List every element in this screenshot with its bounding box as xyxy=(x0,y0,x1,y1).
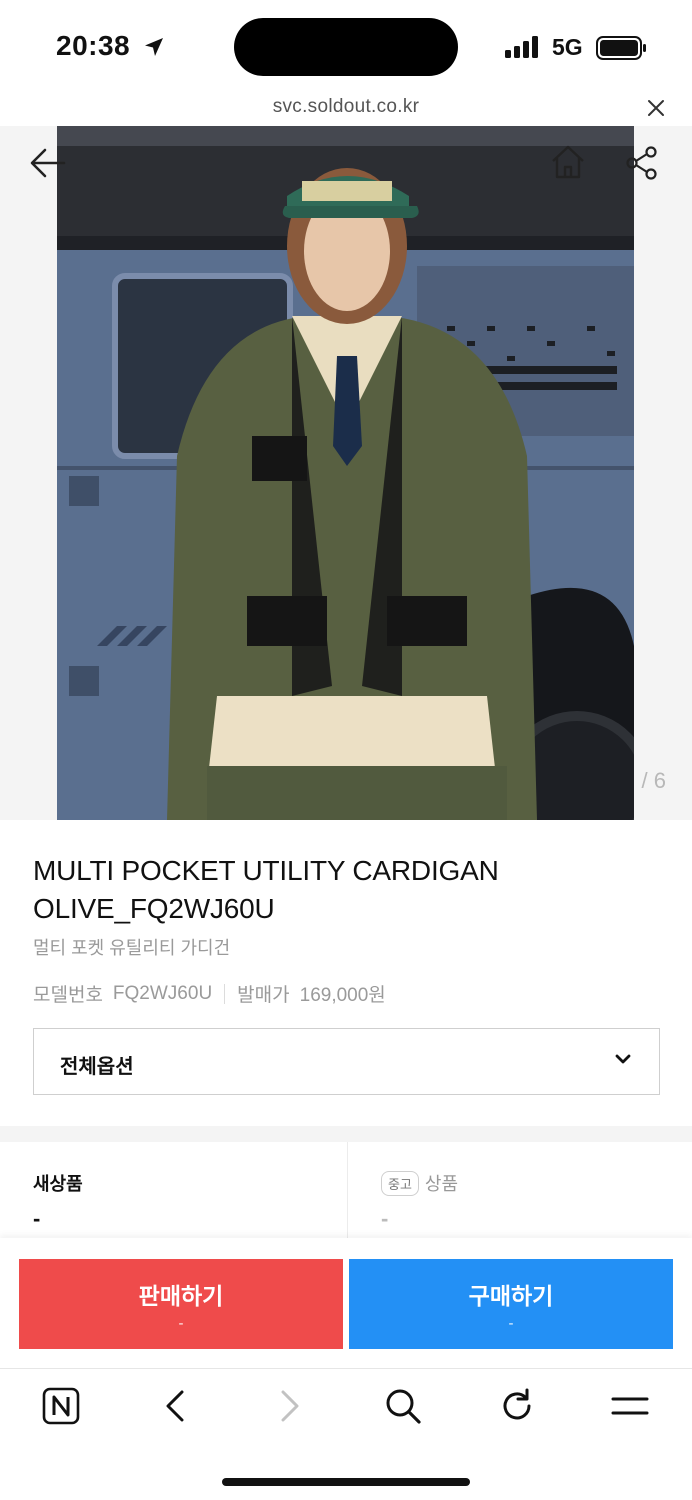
chevron-down-icon xyxy=(615,1053,631,1071)
sell-button-sub: - xyxy=(178,1315,184,1332)
network-label: 5G xyxy=(552,34,583,60)
product-meta: 모델번호 FQ2WJ60U 발매가 169,000원 xyxy=(33,980,386,1007)
new-product-price[interactable]: 새상품 - xyxy=(33,1142,343,1238)
url-bar[interactable]: svc.soldout.co.kr xyxy=(0,92,692,126)
product-image-carousel[interactable]: / 6 xyxy=(0,126,692,820)
release-price-label: 발매가 xyxy=(237,985,290,1006)
used-product-title: 상품 xyxy=(424,1174,459,1194)
new-product-value: - xyxy=(33,1206,41,1231)
refresh-icon[interactable] xyxy=(498,1387,536,1430)
release-price-value: 169,000원 xyxy=(299,985,386,1006)
sell-button[interactable]: 판매하기 - xyxy=(19,1259,343,1349)
section-separator xyxy=(0,1126,692,1142)
naver-icon[interactable] xyxy=(42,1387,80,1430)
buy-button-sub: - xyxy=(508,1315,514,1332)
battery-icon xyxy=(596,36,648,65)
image-page-counter: / 6 xyxy=(641,768,666,793)
model-number-label: 모델번호 xyxy=(33,985,103,1006)
dynamic-island xyxy=(234,18,458,76)
signal-icon xyxy=(505,36,541,63)
close-icon[interactable] xyxy=(644,96,668,120)
home-icon[interactable] xyxy=(550,144,586,185)
used-product-price[interactable]: 중고 상품 - xyxy=(347,1142,692,1238)
sell-button-label: 판매하기 xyxy=(138,1283,224,1309)
forward-icon[interactable] xyxy=(278,1387,302,1430)
url-text[interactable]: svc.soldout.co.kr xyxy=(0,96,692,118)
model-number-value: FQ2WJ60U xyxy=(112,982,213,1004)
location-arrow-icon xyxy=(143,36,165,63)
menu-icon[interactable] xyxy=(610,1387,650,1430)
share-icon[interactable] xyxy=(626,146,658,185)
used-badge: 중고 xyxy=(381,1170,419,1196)
home-indicator xyxy=(222,1478,470,1486)
product-title: MULTI POCKET UTILITY CARDIGAN OLIVE_FQ2W… xyxy=(33,855,499,924)
cta-bar: 판매하기 - 구매하기 - xyxy=(0,1238,692,1368)
product-subtitle: 멀티 포켓 유틸리티 가디건 xyxy=(33,938,231,958)
option-select[interactable]: 전체옵션 xyxy=(33,1028,660,1095)
status-time: 20:38 xyxy=(56,30,131,61)
option-select-label: 전체옵션 xyxy=(60,1056,134,1078)
used-product-value: - xyxy=(381,1206,389,1231)
buy-button[interactable]: 구매하기 - xyxy=(349,1259,673,1349)
used-product-title-row: 중고 상품 xyxy=(381,1170,458,1196)
status-bar: 20:38 5G xyxy=(0,0,692,92)
product-photo xyxy=(57,126,634,820)
back-icon[interactable] xyxy=(163,1387,187,1430)
meta-divider xyxy=(224,983,226,1004)
search-icon[interactable] xyxy=(384,1387,422,1430)
buy-button-label: 구매하기 xyxy=(468,1283,554,1309)
back-arrow-icon[interactable] xyxy=(30,148,66,183)
new-product-title: 새상품 xyxy=(33,1174,83,1194)
